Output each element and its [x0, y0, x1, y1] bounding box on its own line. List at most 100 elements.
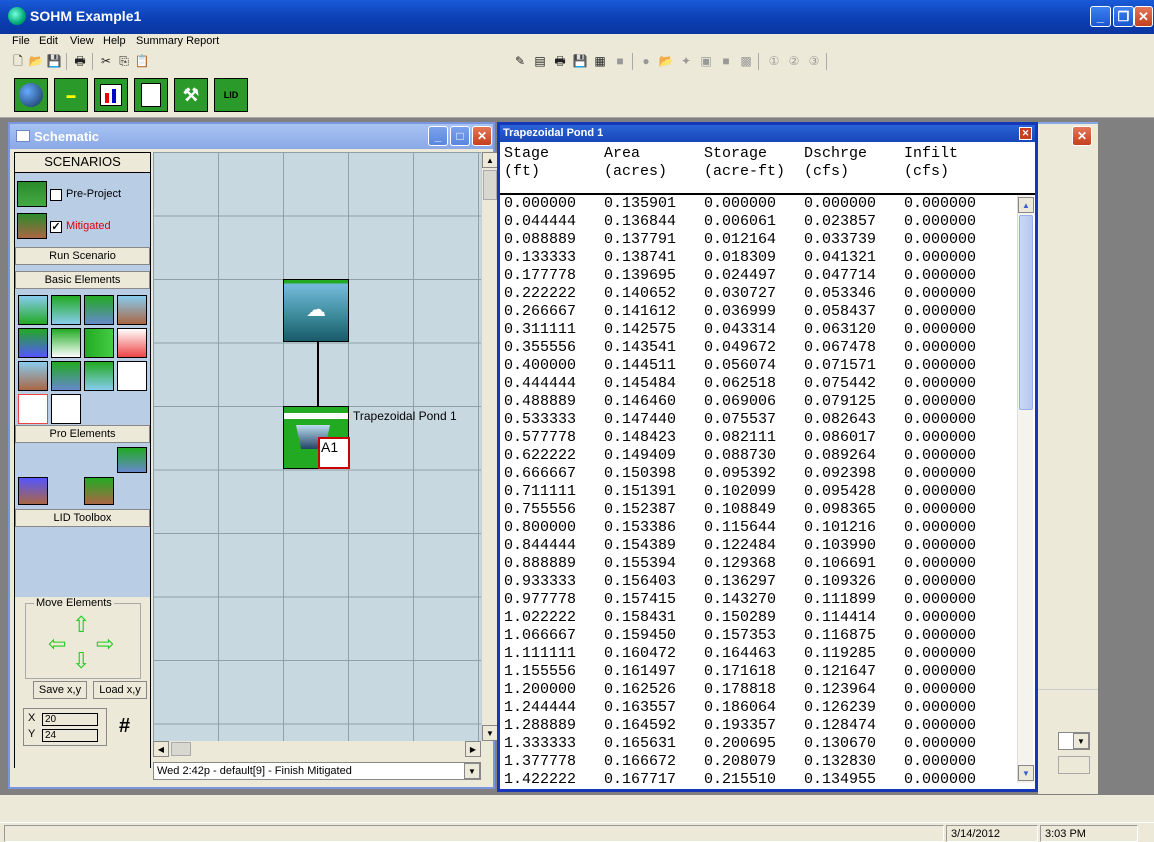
trench-element-icon[interactable]: [18, 361, 48, 391]
table-row: 1.155556 0.161497 0.171618 0.121647 0.000000: [504, 663, 1016, 681]
background-window-close-icon[interactable]: ✕: [1072, 126, 1092, 146]
run-scenario-button[interactable]: Run Scenario: [15, 247, 150, 265]
save-icon[interactable]: 💾: [46, 54, 62, 69]
table-cell: 0.160472: [604, 645, 677, 662]
basin-element-icon[interactable]: [18, 295, 48, 325]
scroll-up-icon[interactable]: ▲: [482, 152, 498, 168]
move-up-icon[interactable]: ⇧: [72, 614, 90, 636]
chevron-down-icon[interactable]: ▼: [464, 763, 480, 779]
layers-icon: ▩: [740, 54, 752, 68]
basin-element[interactable]: ☁: [283, 279, 349, 342]
pro-pond-element-icon[interactable]: [117, 447, 147, 473]
scroll-left-icon[interactable]: ◀: [153, 741, 169, 757]
menu-file[interactable]: File: [12, 35, 30, 47]
pond-table-scrollbar[interactable]: ▲ ▼: [1017, 195, 1034, 783]
move-down-icon[interactable]: ⇩: [72, 650, 90, 672]
table-row: 0.800000 0.153386 0.115644 0.101216 0.000000: [504, 519, 1016, 537]
pond-scroll-down-icon[interactable]: ▼: [1018, 765, 1034, 781]
move-right-icon[interactable]: ⇨: [96, 633, 114, 655]
table-cell: 0.000000: [904, 411, 977, 428]
maximize-button[interactable]: ❐: [1113, 6, 1134, 27]
canvas-horizontal-scrollbar[interactable]: ◀ ▶: [153, 741, 481, 757]
pond-element-icon[interactable]: [51, 295, 81, 325]
menu-edit[interactable]: Edit: [39, 35, 58, 47]
table-cell: 0.177778: [504, 267, 577, 284]
pond-scroll-thumb[interactable]: [1019, 215, 1033, 410]
move-left-icon[interactable]: ⇦: [48, 633, 66, 655]
notes-icon[interactable]: ▤: [532, 54, 548, 69]
filter-element-icon[interactable]: [84, 361, 114, 391]
table-cell: 0.144511: [604, 357, 677, 374]
load-xy-button[interactable]: Load x,y: [93, 681, 147, 699]
print-icon[interactable]: 🖶: [72, 54, 88, 69]
table-cell: 0.147440: [604, 411, 677, 428]
pipe-element-icon[interactable]: [51, 394, 81, 424]
map-sqp-icon[interactable]: ▬: [54, 78, 88, 112]
hscroll-thumb[interactable]: [171, 742, 191, 756]
menu-view[interactable]: View: [70, 35, 94, 47]
tools-icon[interactable]: ⚒: [174, 78, 208, 112]
schematic-close-button[interactable]: ✕: [472, 126, 492, 146]
element-palette: SCENARIOS Pre-Project ✓ Mitigated Run Sc…: [14, 152, 151, 769]
print2-icon[interactable]: 🖶: [552, 54, 568, 69]
canvas-vertical-scrollbar[interactable]: ▲ ▼: [481, 152, 498, 741]
cut-icon[interactable]: ✂: [98, 54, 114, 69]
schematic-canvas[interactable]: ☁ A1 Trapezoidal Pond 1: [153, 152, 481, 741]
background-dropdown[interactable]: ▼: [1058, 732, 1090, 750]
edit-icon[interactable]: ✎: [512, 54, 528, 69]
scroll-down-icon[interactable]: ▼: [482, 725, 498, 741]
splitter-element-icon[interactable]: [117, 361, 147, 391]
new-icon[interactable]: 🗋: [10, 54, 26, 69]
tank-element-icon[interactable]: [84, 295, 114, 325]
table-cell: 0.755556: [504, 501, 577, 518]
schematic-maximize-button[interactable]: □: [450, 126, 470, 146]
paste-icon[interactable]: 📋: [134, 54, 150, 69]
table-row: 0.622222 0.149409 0.088730 0.089264 0.000000: [504, 447, 1016, 465]
schematic-minimize-button[interactable]: _: [428, 126, 448, 146]
pond-scroll-up-icon[interactable]: ▲: [1018, 197, 1034, 213]
report-icon[interactable]: [134, 78, 168, 112]
table-cell: 0.167717: [604, 771, 677, 783]
scroll-right-icon[interactable]: ▶: [465, 741, 481, 757]
pre-project-checkbox[interactable]: [50, 189, 62, 201]
menu-help[interactable]: Help: [103, 35, 126, 47]
table-cell: 1.377778: [504, 753, 577, 770]
scenario-status-dropdown[interactable]: Wed 2:42p - default[9] - Finish Mitigate…: [153, 762, 481, 780]
table-cell: 0.075442: [804, 375, 877, 392]
table-cell: 0.115644: [704, 519, 777, 536]
save2-icon[interactable]: 💾: [572, 54, 588, 69]
vault-element-icon[interactable]: [51, 328, 81, 358]
lateral-element-icon[interactable]: [117, 295, 147, 325]
flow-element-icon[interactable]: [117, 328, 147, 358]
table-cell: 0.000000: [504, 195, 577, 212]
stream-element-icon[interactable]: [84, 328, 114, 358]
copy-icon[interactable]: ⎘: [116, 54, 132, 69]
scroll-thumb[interactable]: [483, 170, 497, 200]
one-icon: ①: [768, 54, 780, 68]
table-row: 0.533333 0.147440 0.075537 0.082643 0.000000: [504, 411, 1016, 429]
grid-toggle-icon[interactable]: #: [119, 715, 130, 738]
table-icon[interactable]: ▦: [592, 54, 608, 69]
save-xy-button[interactable]: Save x,y: [33, 681, 87, 699]
channel-element-icon[interactable]: [18, 328, 48, 358]
open-icon[interactable]: 📂: [28, 54, 44, 69]
lid-icon[interactable]: LID: [214, 78, 248, 112]
map-globe-icon[interactable]: [14, 78, 48, 112]
minimize-button[interactable]: _: [1090, 6, 1111, 27]
pond-element[interactable]: A1: [283, 406, 350, 469]
move-elements-label: Move Elements: [34, 597, 114, 609]
pro-bioretention-icon[interactable]: [84, 477, 114, 505]
pond-close-icon[interactable]: ✕: [1019, 127, 1032, 140]
wetland-element-icon[interactable]: [18, 394, 48, 424]
chart-icon[interactable]: [94, 78, 128, 112]
mitigated-checkbox[interactable]: ✓: [50, 221, 62, 233]
close-button[interactable]: ✕: [1134, 6, 1153, 27]
background-field: [1058, 756, 1090, 774]
table-row: 1.022222 0.158431 0.150289 0.114414 0.000000: [504, 609, 1016, 627]
table-row: 0.355556 0.143541 0.049672 0.067478 0.000000: [504, 339, 1016, 357]
pond-table-body[interactable]: 0.000000 0.135901 0.000000 0.000000 0.000000…: [504, 195, 1016, 783]
table-cell: 0.622222: [504, 447, 577, 464]
pro-green-roof-icon[interactable]: [18, 477, 48, 505]
menu-summary-report[interactable]: Summary Report: [136, 35, 219, 47]
gravel-element-icon[interactable]: [51, 361, 81, 391]
